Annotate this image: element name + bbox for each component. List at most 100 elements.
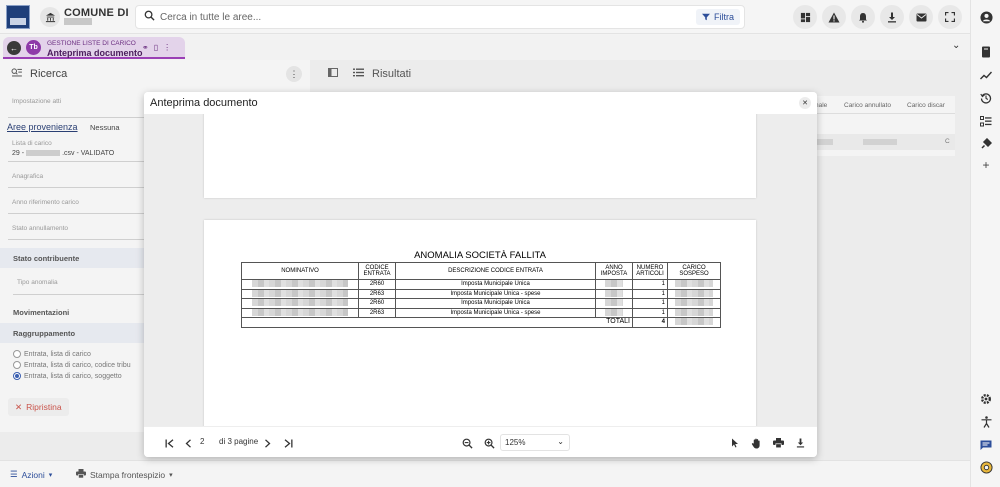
radio-option[interactable]: Entrata, lista di carico, codice tribu bbox=[13, 361, 131, 369]
account-icon[interactable] bbox=[977, 8, 995, 26]
zoom-out-icon[interactable] bbox=[460, 436, 474, 450]
column-header[interactable]: Carico discar bbox=[907, 102, 945, 109]
bell-icon[interactable] bbox=[851, 5, 875, 29]
link-icon[interactable]: ⚭ bbox=[142, 43, 154, 52]
current-page-input[interactable]: 2 bbox=[200, 437, 204, 446]
table-row: 2R63 Imposta Municipale Unica - spese 1 bbox=[241, 307, 721, 319]
download-icon[interactable] bbox=[880, 5, 904, 29]
global-search: Filtra bbox=[135, 5, 745, 29]
last-page-icon[interactable] bbox=[281, 436, 295, 450]
section-stato-contribuente[interactable]: Stato contribuente bbox=[0, 248, 148, 268]
pdf-page-previous bbox=[204, 114, 756, 198]
actions-menu-button[interactable]: ☰ Azioni ▾ bbox=[10, 469, 52, 480]
printer-icon bbox=[76, 469, 86, 480]
next-page-icon[interactable] bbox=[260, 436, 274, 450]
field-label: Lista di carico bbox=[12, 140, 52, 147]
tab-actions: ⚭▯⋮ bbox=[142, 43, 176, 52]
tipo-anomalia-field[interactable]: Tipo anomalia bbox=[13, 279, 148, 295]
document-preview-modal: Anteprima documento ✕ ANOMALIA SOCIETÀ F… bbox=[144, 92, 817, 457]
table-row[interactable]: C bbox=[815, 134, 955, 150]
filter-button[interactable]: Filtra bbox=[696, 9, 740, 25]
chevron-down-icon[interactable]: ⌄ bbox=[952, 40, 960, 51]
chat-icon[interactable] bbox=[977, 436, 995, 454]
accessibility-icon[interactable] bbox=[977, 413, 995, 431]
reset-button[interactable]: ✕ Ripristina bbox=[8, 398, 69, 416]
pdf-viewer[interactable]: ANOMALIA SOCIETÀ FALLITA NOMINATIVO CODI… bbox=[144, 114, 817, 426]
section-title: Raggruppamento bbox=[13, 329, 76, 338]
chevron-down-icon: ▾ bbox=[48, 471, 53, 479]
top-bar: COMUNE DI Filtra bbox=[0, 0, 970, 34]
table-row: 2R63 Imposta Municipale Unica - spese 1 bbox=[241, 288, 721, 300]
more-vertical-icon[interactable]: ⋮ bbox=[163, 43, 176, 52]
close-icon[interactable]: ✕ bbox=[799, 97, 811, 109]
impostazione-atti-field[interactable]: Impostazione atti bbox=[8, 98, 148, 118]
radio-button[interactable] bbox=[13, 350, 21, 358]
previous-page-icon[interactable] bbox=[181, 436, 195, 450]
mail-icon[interactable] bbox=[909, 5, 933, 29]
search-input[interactable] bbox=[160, 9, 640, 26]
dashboard-icon[interactable] bbox=[793, 5, 817, 29]
municipality-logo[interactable] bbox=[6, 5, 30, 29]
articoli-cell: 1 bbox=[632, 298, 668, 309]
select-cursor-icon[interactable] bbox=[728, 436, 742, 450]
report-table: NOMINATIVO CODICE ENTRATA DESCRIZIONE CO… bbox=[241, 262, 721, 328]
column-header: NUMERO ARTICOLI bbox=[632, 262, 668, 280]
section-raggruppamento[interactable]: Raggruppamento bbox=[0, 323, 148, 343]
list-icon bbox=[353, 68, 364, 80]
menu-icon: ☰ bbox=[10, 469, 18, 479]
download-icon[interactable] bbox=[793, 436, 807, 450]
filter-icon bbox=[702, 13, 710, 21]
nominativo-cell bbox=[241, 279, 359, 290]
toggle-panel-icon[interactable] bbox=[328, 68, 338, 80]
zoom-in-icon[interactable] bbox=[482, 436, 496, 450]
codice-cell: 2R63 bbox=[358, 288, 396, 300]
tab-strip: ← Tb GESTIONE LISTE DI CARICO Anteprima … bbox=[0, 35, 970, 60]
anagrafica-field[interactable]: Anagrafica bbox=[8, 173, 148, 188]
hand-tool-icon[interactable] bbox=[749, 436, 763, 450]
plugin-icon[interactable] bbox=[977, 135, 995, 153]
column-header: DESCRIZIONE CODICE ENTRATA bbox=[395, 262, 596, 280]
warning-icon[interactable] bbox=[822, 5, 846, 29]
results-table: nale Carico annullato Carico discar C bbox=[815, 96, 955, 156]
tab-anteprima-documento[interactable]: ← Tb GESTIONE LISTE DI CARICO Anteprima … bbox=[3, 37, 185, 59]
settings-icon[interactable] bbox=[977, 390, 995, 408]
printer-icon[interactable] bbox=[771, 436, 785, 450]
zoom-select[interactable]: 125% ⌄ bbox=[500, 434, 570, 451]
right-rail: + bbox=[970, 0, 1000, 487]
book-icon[interactable] bbox=[977, 43, 995, 61]
radio-button-selected[interactable] bbox=[13, 372, 21, 380]
column-header[interactable]: Carico annullato bbox=[844, 102, 891, 109]
radio-option[interactable]: Entrata, lista di carico bbox=[13, 350, 91, 358]
column-header: CARICO SOSPESO bbox=[667, 262, 721, 280]
anno-riferimento-field[interactable]: Anno riferimento carico bbox=[8, 199, 148, 214]
first-page-icon[interactable] bbox=[162, 436, 176, 450]
lista-di-carico-field[interactable]: Lista di carico 29 - .csv - VALIDATO bbox=[8, 140, 148, 162]
column-header: NOMINATIVO bbox=[241, 262, 359, 280]
totals-articoli: 4 bbox=[632, 317, 668, 328]
add-icon[interactable]: + bbox=[977, 156, 995, 174]
bookmark-icon[interactable]: ▯ bbox=[154, 43, 163, 52]
section-movimentazioni[interactable]: Movimentazioni bbox=[0, 302, 148, 322]
tab-subtitle: GESTIONE LISTE DI CARICO bbox=[47, 40, 136, 47]
radio-option[interactable]: Entrata, lista di carico, soggetto bbox=[13, 372, 122, 380]
close-icon: ✕ bbox=[15, 401, 23, 412]
more-vertical-icon[interactable]: ⋮ bbox=[286, 66, 302, 82]
institution-icon[interactable] bbox=[40, 7, 60, 27]
checklist-icon[interactable] bbox=[977, 112, 995, 130]
trend-icon[interactable] bbox=[977, 66, 995, 84]
stato-annullamento-field[interactable]: Stato annullamento bbox=[8, 225, 148, 240]
footer-bar: ☰ Azioni ▾ Stampa frontespizio ▾ bbox=[0, 460, 970, 487]
codice-cell: 2R60 bbox=[358, 279, 396, 290]
radio-button[interactable] bbox=[13, 361, 21, 369]
codice-cell: 2R60 bbox=[358, 298, 396, 309]
aree-provenienza-link[interactable]: Aree provenienza bbox=[7, 122, 78, 132]
history-icon[interactable] bbox=[977, 89, 995, 107]
descrizione-cell: Imposta Municipale Unica bbox=[395, 279, 596, 290]
support-icon[interactable] bbox=[977, 458, 995, 476]
print-frontispiece-button[interactable]: Stampa frontespizio ▾ bbox=[76, 469, 173, 480]
back-arrow-icon[interactable]: ← bbox=[7, 41, 21, 55]
report-title: ANOMALIA SOCIETÀ FALLITA bbox=[414, 250, 546, 261]
fullscreen-icon[interactable] bbox=[938, 5, 962, 29]
zoom-value: 125% bbox=[505, 438, 526, 447]
codice-cell: 2R63 bbox=[358, 307, 396, 319]
